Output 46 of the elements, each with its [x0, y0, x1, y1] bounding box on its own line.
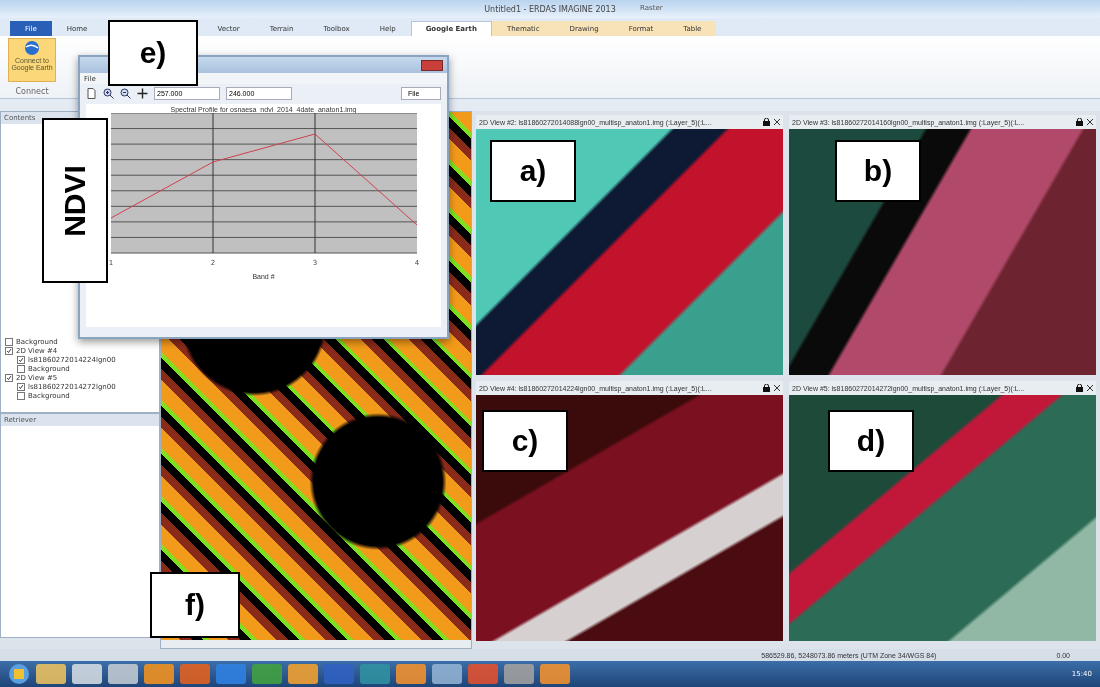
taskbar-app-icon[interactable] [144, 664, 174, 684]
taskbar-app-icon[interactable] [216, 664, 246, 684]
layer-checkbox[interactable] [17, 383, 25, 391]
taskbar-app-icon[interactable] [360, 664, 390, 684]
layer-checkbox[interactable] [17, 356, 25, 364]
annotation-text: a) [519, 154, 547, 188]
annotation-text: b) [863, 154, 893, 188]
close-icon [1087, 119, 1093, 125]
window-title: Untitled1 - ERDAS IMAGINE 2013 [484, 4, 616, 14]
layer-checkbox[interactable] [17, 392, 25, 400]
annotation-text: f) [185, 588, 205, 622]
lock-icon [763, 384, 770, 392]
close-icon [774, 385, 780, 391]
taskbar-app-icon[interactable] [468, 664, 498, 684]
layer-checkbox[interactable] [5, 347, 13, 355]
group-label: Connect [15, 87, 49, 96]
close-icon [774, 119, 780, 125]
annotation-text: d) [856, 424, 886, 458]
taskbar-app-icon[interactable] [540, 664, 570, 684]
close-button[interactable] [421, 59, 443, 71]
taskbar-app-icon[interactable] [432, 664, 462, 684]
taskbar-app-icon[interactable] [108, 664, 138, 684]
annotation-text: NDVI [58, 164, 92, 237]
layer-checkbox[interactable] [5, 338, 13, 346]
layer-checkbox[interactable] [17, 365, 25, 373]
taskbar-app-icon[interactable] [72, 664, 102, 684]
taskbar-app-icon[interactable] [36, 664, 66, 684]
taskbar-app-icon[interactable] [180, 664, 210, 684]
lock-icon [763, 118, 770, 126]
close-icon [1087, 385, 1093, 391]
taskbar-app-icon[interactable] [324, 664, 354, 684]
zoom-in-icon[interactable] [103, 87, 114, 99]
annotation-text: c) [511, 424, 539, 458]
globe-icon [24, 40, 40, 56]
taskbar-app-icon[interactable] [288, 664, 318, 684]
zoom-out-icon[interactable] [120, 87, 131, 99]
taskbar-app-icon[interactable] [396, 664, 426, 684]
crosshair-icon[interactable] [137, 87, 148, 99]
taskbar-app-icon[interactable] [252, 664, 282, 684]
start-icon [8, 663, 30, 685]
lock-icon [1076, 118, 1083, 126]
annotation-text: e) [139, 36, 167, 70]
taskbar-app-icon[interactable] [504, 664, 534, 684]
layer-checkbox[interactable] [5, 374, 13, 382]
lock-icon [1076, 384, 1083, 392]
page-icon[interactable] [86, 87, 97, 99]
